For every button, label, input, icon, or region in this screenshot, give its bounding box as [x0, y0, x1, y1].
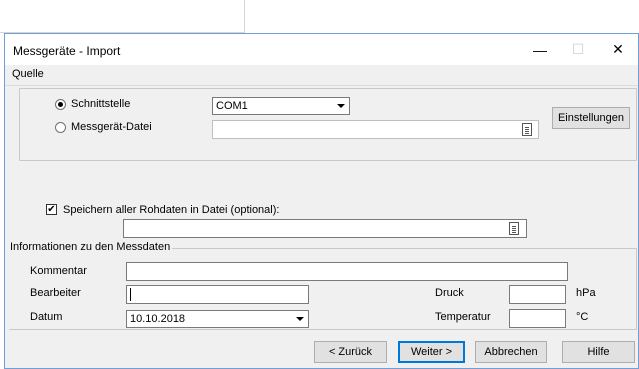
minimize-button[interactable]: — — [520, 34, 560, 65]
interface-select[interactable]: COM1 — [212, 97, 350, 115]
date-picker[interactable]: 10.10.2018 — [126, 310, 309, 328]
device-file-input[interactable] — [212, 120, 539, 139]
comment-label: Kommentar — [30, 265, 87, 277]
pressure-label: Druck — [435, 287, 464, 299]
comment-input[interactable] — [126, 262, 568, 281]
help-button[interactable]: Hilfe — [562, 341, 635, 363]
maximize-button: ☐ — [558, 34, 598, 65]
interface-select-value: COM1 — [216, 100, 248, 112]
background-field — [0, 0, 245, 33]
save-raw-data-label[interactable]: Speichern aller Rohdaten in Datei (optio… — [63, 204, 279, 216]
save-raw-data-checkbox[interactable]: ✔ — [46, 204, 57, 215]
info-group-title: Informationen zu den Messdaten — [8, 241, 173, 253]
temperature-unit: °C — [576, 311, 589, 323]
import-dialog: Messgeräte - Import — ☐ ✕ Quelle Schnitt… — [4, 33, 639, 369]
checkmark-icon: ✔ — [47, 203, 56, 215]
file-browse-icon[interactable] — [522, 123, 532, 136]
editor-label: Bearbeiter — [30, 287, 81, 299]
editor-input[interactable] — [126, 285, 309, 304]
maximize-icon: ☐ — [571, 41, 585, 57]
chevron-down-icon[interactable] — [292, 312, 307, 326]
menu-item-quelle[interactable]: Quelle — [9, 67, 47, 81]
date-label: Datum — [30, 311, 63, 323]
title-bar: Messgeräte - Import — ☐ ✕ — [5, 34, 638, 65]
cancel-button[interactable]: Abbrechen — [475, 341, 547, 363]
next-button[interactable]: Weiter > — [398, 341, 465, 363]
temperature-input[interactable] — [509, 309, 566, 328]
radio-interface-label[interactable]: Schnittstelle — [71, 98, 130, 110]
pressure-input[interactable] — [509, 285, 566, 304]
close-icon: ✕ — [612, 41, 624, 57]
raw-data-path-input[interactable] — [123, 219, 527, 238]
chevron-down-icon — [333, 99, 348, 113]
radio-selected-dot — [58, 102, 63, 107]
minimize-icon: — — [533, 41, 547, 58]
menu-divider — [5, 85, 638, 86]
text-caret — [130, 288, 131, 301]
radio-interface[interactable] — [55, 99, 66, 110]
back-button[interactable]: < Zurück — [314, 341, 387, 363]
date-value: 10.10.2018 — [130, 313, 186, 325]
close-button[interactable]: ✕ — [598, 34, 638, 65]
radio-device-file-label[interactable]: Messgerät-Datei — [71, 121, 152, 133]
dialog-title: Messgeräte - Import — [13, 44, 121, 58]
pressure-unit: hPa — [576, 287, 596, 299]
file-browse-icon[interactable] — [509, 222, 519, 235]
temperature-label: Temperatur — [435, 311, 491, 323]
settings-button[interactable]: Einstellungen — [552, 107, 630, 129]
menu-bar: Quelle — [5, 65, 638, 85]
radio-device-file[interactable] — [55, 122, 66, 133]
